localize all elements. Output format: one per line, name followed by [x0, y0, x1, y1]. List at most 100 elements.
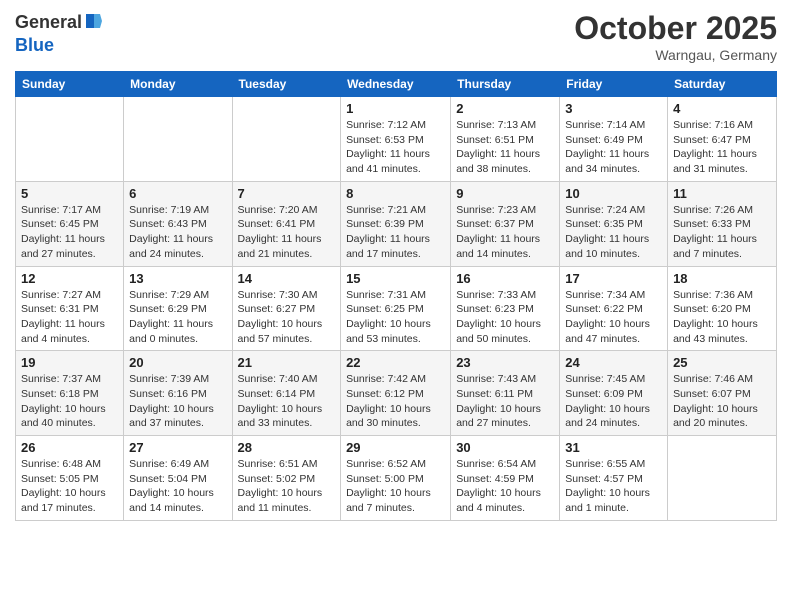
day-info: Sunrise: 7:30 AM Sunset: 6:27 PM Dayligh… [238, 288, 336, 347]
day-number: 28 [238, 440, 336, 455]
day-number: 18 [673, 271, 771, 286]
logo-blue: Blue [15, 35, 54, 55]
day-number: 29 [346, 440, 445, 455]
day-number: 31 [565, 440, 662, 455]
calendar-cell: 8 Sunrise: 7:21 AM Sunset: 6:39 PM Daylig… [341, 181, 451, 266]
logo-general: General [15, 12, 82, 33]
day-number: 9 [456, 186, 554, 201]
day-number: 15 [346, 271, 445, 286]
calendar-header: SundayMondayTuesdayWednesdayThursdayFrid… [16, 72, 777, 97]
calendar-cell: 24Sunrise: 7:45 AM Sunset: 6:09 PM Dayli… [560, 351, 668, 436]
calendar-cell [232, 97, 341, 182]
day-info: Sunrise: 7:26 AM Sunset: 6:33 PM Dayligh… [673, 203, 771, 262]
weekday-row: SundayMondayTuesdayWednesdayThursdayFrid… [16, 72, 777, 97]
day-info: Sunrise: 7:42 AM Sunset: 6:12 PM Dayligh… [346, 372, 445, 431]
day-info: Sunrise: 7:37 AM Sunset: 6:18 PM Dayligh… [21, 372, 118, 431]
weekday-sunday: Sunday [16, 72, 124, 97]
day-info: Sunrise: 7:13 AM Sunset: 6:51 PM Dayligh… [456, 118, 554, 177]
day-number: 4 [673, 101, 771, 116]
day-info: Sunrise: 7:39 AM Sunset: 6:16 PM Dayligh… [129, 372, 226, 431]
calendar-cell: 5 Sunrise: 7:17 AM Sunset: 6:45 PM Daylig… [16, 181, 124, 266]
week-row-5: 26 Sunrise: 6:48 AM Sunset: 5:05 PM Dayli… [16, 436, 777, 521]
day-number: 5 [21, 186, 118, 201]
day-number: 22 [346, 355, 445, 370]
calendar-cell: 20 Sunrise: 7:39 AM Sunset: 6:16 PM Dayli… [124, 351, 232, 436]
calendar-cell: 19 Sunrise: 7:37 AM Sunset: 6:18 PM Dayli… [16, 351, 124, 436]
day-number: 2 [456, 101, 554, 116]
day-number: 11 [673, 186, 771, 201]
calendar-cell: 18 Sunrise: 7:36 AM Sunset: 6:20 PM Dayli… [668, 266, 777, 351]
logo-arrow-icon [84, 12, 102, 35]
day-info: Sunrise: 6:52 AM Sunset: 5:00 PM Dayligh… [346, 457, 445, 516]
day-number: 13 [129, 271, 226, 286]
calendar-cell [124, 97, 232, 182]
day-info: Sunrise: 6:51 AM Sunset: 5:02 PM Dayligh… [238, 457, 336, 516]
day-info: Sunrise: 7:12 AM Sunset: 6:53 PM Dayligh… [346, 118, 445, 177]
calendar-cell: 4Sunrise: 7:16 AM Sunset: 6:47 PM Daylig… [668, 97, 777, 182]
calendar-cell: 3 Sunrise: 7:14 AM Sunset: 6:49 PM Daylig… [560, 97, 668, 182]
calendar-cell: 9 Sunrise: 7:23 AM Sunset: 6:37 PM Daylig… [451, 181, 560, 266]
weekday-tuesday: Tuesday [232, 72, 341, 97]
day-info: Sunrise: 7:40 AM Sunset: 6:14 PM Dayligh… [238, 372, 336, 431]
day-number: 8 [346, 186, 445, 201]
calendar-cell: 29 Sunrise: 6:52 AM Sunset: 5:00 PM Dayli… [341, 436, 451, 521]
day-number: 30 [456, 440, 554, 455]
logo: General Blue [15, 10, 102, 56]
day-number: 17 [565, 271, 662, 286]
day-info: Sunrise: 7:14 AM Sunset: 6:49 PM Dayligh… [565, 118, 662, 177]
calendar-cell: 15Sunrise: 7:31 AM Sunset: 6:25 PM Dayli… [341, 266, 451, 351]
calendar-cell: 16Sunrise: 7:33 AM Sunset: 6:23 PM Dayli… [451, 266, 560, 351]
calendar-cell: 17 Sunrise: 7:34 AM Sunset: 6:22 PM Dayli… [560, 266, 668, 351]
weekday-friday: Friday [560, 72, 668, 97]
day-number: 12 [21, 271, 118, 286]
calendar-cell: 2 Sunrise: 7:13 AM Sunset: 6:51 PM Daylig… [451, 97, 560, 182]
calendar-cell: 23 Sunrise: 7:43 AM Sunset: 6:11 PM Dayli… [451, 351, 560, 436]
day-info: Sunrise: 7:43 AM Sunset: 6:11 PM Dayligh… [456, 372, 554, 431]
day-info: Sunrise: 7:36 AM Sunset: 6:20 PM Dayligh… [673, 288, 771, 347]
day-number: 26 [21, 440, 118, 455]
calendar-cell: 21 Sunrise: 7:40 AM Sunset: 6:14 PM Dayli… [232, 351, 341, 436]
day-info: Sunrise: 7:34 AM Sunset: 6:22 PM Dayligh… [565, 288, 662, 347]
day-number: 25 [673, 355, 771, 370]
weekday-thursday: Thursday [451, 72, 560, 97]
calendar-cell: 14 Sunrise: 7:30 AM Sunset: 6:27 PM Dayli… [232, 266, 341, 351]
day-info: Sunrise: 7:23 AM Sunset: 6:37 PM Dayligh… [456, 203, 554, 262]
calendar-cell: 1Sunrise: 7:12 AM Sunset: 6:53 PM Daylig… [341, 97, 451, 182]
day-info: Sunrise: 7:17 AM Sunset: 6:45 PM Dayligh… [21, 203, 118, 262]
page-header: General Blue October 2025 Warngau, Germa… [15, 10, 777, 63]
day-number: 24 [565, 355, 662, 370]
day-number: 19 [21, 355, 118, 370]
day-info: Sunrise: 7:27 AM Sunset: 6:31 PM Dayligh… [21, 288, 118, 347]
day-number: 27 [129, 440, 226, 455]
day-number: 23 [456, 355, 554, 370]
calendar-cell: 31 Sunrise: 6:55 AM Sunset: 4:57 PM Dayli… [560, 436, 668, 521]
calendar-cell: 12 Sunrise: 7:27 AM Sunset: 6:31 PM Dayli… [16, 266, 124, 351]
day-number: 16 [456, 271, 554, 286]
calendar-cell: 26 Sunrise: 6:48 AM Sunset: 5:05 PM Dayli… [16, 436, 124, 521]
day-number: 3 [565, 101, 662, 116]
day-info: Sunrise: 7:46 AM Sunset: 6:07 PM Dayligh… [673, 372, 771, 431]
day-number: 20 [129, 355, 226, 370]
day-info: Sunrise: 7:19 AM Sunset: 6:43 PM Dayligh… [129, 203, 226, 262]
day-number: 7 [238, 186, 336, 201]
week-row-2: 5 Sunrise: 7:17 AM Sunset: 6:45 PM Daylig… [16, 181, 777, 266]
day-info: Sunrise: 7:21 AM Sunset: 6:39 PM Dayligh… [346, 203, 445, 262]
day-info: Sunrise: 7:20 AM Sunset: 6:41 PM Dayligh… [238, 203, 336, 262]
calendar-cell: 28 Sunrise: 6:51 AM Sunset: 5:02 PM Dayli… [232, 436, 341, 521]
weekday-monday: Monday [124, 72, 232, 97]
weekday-wednesday: Wednesday [341, 72, 451, 97]
weekday-saturday: Saturday [668, 72, 777, 97]
calendar-cell: 7 Sunrise: 7:20 AM Sunset: 6:41 PM Daylig… [232, 181, 341, 266]
day-info: Sunrise: 6:55 AM Sunset: 4:57 PM Dayligh… [565, 457, 662, 516]
week-row-3: 12 Sunrise: 7:27 AM Sunset: 6:31 PM Dayli… [16, 266, 777, 351]
calendar-cell: 13Sunrise: 7:29 AM Sunset: 6:29 PM Dayli… [124, 266, 232, 351]
calendar-cell: 27Sunrise: 6:49 AM Sunset: 5:04 PM Dayli… [124, 436, 232, 521]
day-info: Sunrise: 6:48 AM Sunset: 5:05 PM Dayligh… [21, 457, 118, 516]
week-row-1: 1Sunrise: 7:12 AM Sunset: 6:53 PM Daylig… [16, 97, 777, 182]
title-area: October 2025 Warngau, Germany [574, 10, 777, 63]
location-subtitle: Warngau, Germany [574, 47, 777, 63]
month-title: October 2025 [574, 10, 777, 47]
day-number: 21 [238, 355, 336, 370]
day-number: 14 [238, 271, 336, 286]
calendar-cell: 11 Sunrise: 7:26 AM Sunset: 6:33 PM Dayli… [668, 181, 777, 266]
